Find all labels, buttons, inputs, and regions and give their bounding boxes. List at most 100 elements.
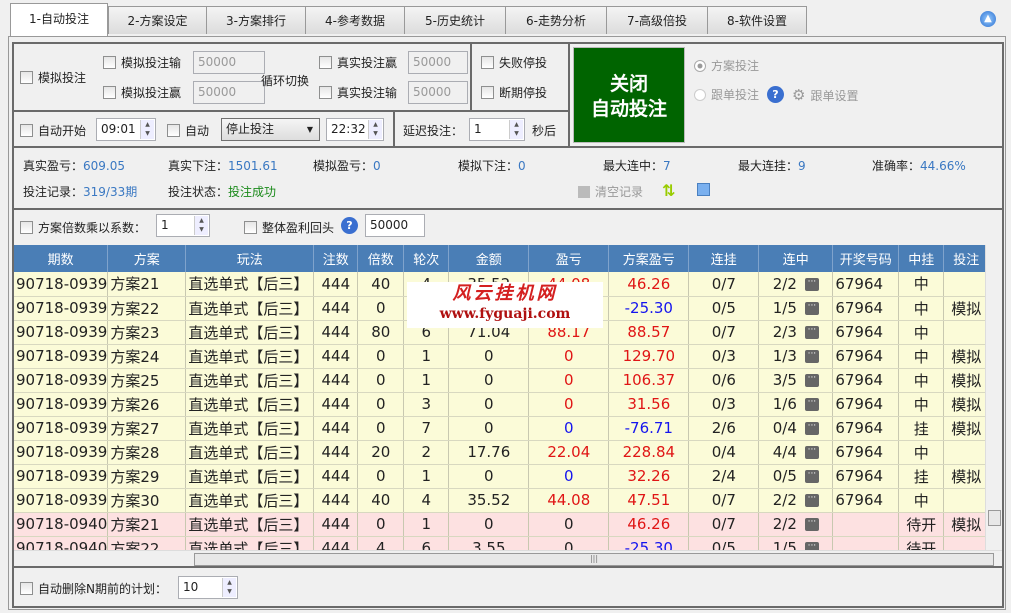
value: 09:01 [101, 122, 136, 136]
column-header[interactable]: 连挂 [688, 245, 760, 272]
column-header[interactable]: 投注 [943, 245, 990, 272]
sim-win-checkbox[interactable]: 模拟投注赢 [103, 84, 181, 101]
sim-lose-input[interactable]: 50000 [193, 51, 265, 74]
toggle-auto-bet-button[interactable]: 关闭 自动投注 [573, 47, 685, 143]
fail-stop-checkbox[interactable]: 失败停投 [481, 54, 547, 71]
more-icon[interactable]: ··· [804, 518, 819, 531]
column-header[interactable]: 开奖号码 [832, 245, 900, 272]
more-icon[interactable]: ··· [804, 326, 819, 339]
spinner[interactable]: ▲ ▼ [368, 120, 382, 139]
multiplier-input[interactable]: 1 ▲ ▼ [156, 214, 210, 237]
table-row[interactable]: 90718-0939 方案28 直选单式【后三】 444 20 2 17.76 22.04 22… [14, 440, 990, 465]
follow-settings-button[interactable]: ⚙ 跟单设置 [792, 86, 858, 104]
sim-win-input[interactable]: 50000 [193, 81, 265, 104]
cell: 0 [357, 392, 405, 417]
follow-bet-radio[interactable]: 跟单投注 [694, 86, 759, 103]
tab-4[interactable]: 4-参考数据 [305, 6, 405, 34]
tab-6[interactable]: 6-走势分析 [505, 6, 607, 34]
tab-7[interactable]: 7-高级倍投 [606, 6, 708, 34]
cell: 0/7 [688, 512, 760, 537]
table-row[interactable]: 90718-0939 方案24 直选单式【后三】 444 0 1 0 0 129.70 0/3 1/… [14, 344, 990, 369]
scroll-thumb[interactable] [988, 510, 1001, 526]
tab-3[interactable]: 3-方案排行 [206, 6, 306, 34]
table-row[interactable]: 90718-0940 方案21 直选单式【后三】 444 0 1 0 0 46.26 0/7 2/2… [14, 512, 990, 537]
cell-text: 444 [321, 371, 351, 389]
table-row[interactable]: 90718-0939 方案29 直选单式【后三】 444 0 1 0 0 32.26 2/4 0/5… [14, 464, 990, 489]
spinner[interactable]: ▲ ▼ [222, 578, 236, 597]
real-lose-checkbox[interactable]: 真实投注输 [319, 84, 397, 101]
column-header[interactable]: 方案 [107, 245, 187, 272]
column-header[interactable]: 注数 [313, 245, 359, 272]
vertical-scrollbar[interactable] [985, 245, 1002, 550]
tab-1[interactable]: 1-自动投注 [10, 3, 108, 36]
plan-bet-radio[interactable]: 方案投注 [694, 57, 759, 74]
cell: 0 [528, 368, 610, 393]
multiplier-checkbox[interactable]: 方案倍数乘以系数： [20, 219, 146, 236]
real-win-checkbox[interactable]: 真实投注赢 [319, 54, 397, 71]
cell-text: 直选单式【后三】 [188, 347, 309, 366]
auto-action-select[interactable]: 停止投注 ▼ [221, 118, 320, 141]
end-time-input[interactable]: 22:32 ▲ ▼ [326, 118, 384, 141]
cycle-label: 循环切换 [261, 74, 310, 88]
column-header[interactable]: 倍数 [357, 245, 405, 272]
auto-start-checkbox[interactable]: 自动开始 [20, 122, 86, 139]
more-icon[interactable]: ··· [804, 470, 819, 483]
sim-lose-checkbox[interactable]: 模拟投注输 [103, 54, 181, 71]
column-header[interactable]: 盈亏 [528, 245, 610, 272]
scroll-thumb[interactable]: ||| [194, 553, 994, 566]
cell-text: 90718-0939 [16, 323, 108, 341]
break-stop-checkbox[interactable]: 断期停投 [481, 84, 547, 101]
cell: 67964 [832, 272, 900, 297]
table-row[interactable]: 90718-0939 方案25 直选单式【后三】 444 0 1 0 0 106.37 0/6 3/… [14, 368, 990, 393]
auto-delete-checkbox[interactable]: 自动删除N期前的计划： [20, 580, 167, 597]
tab-2[interactable]: 2-方案设定 [108, 6, 207, 34]
sort-icon[interactable]: ⇅ [662, 181, 675, 200]
profit-reset-checkbox[interactable]: 整体盈利回头 [244, 219, 334, 236]
column-header[interactable]: 连中 [758, 245, 834, 272]
column-header[interactable]: 方案盈亏 [608, 245, 690, 272]
cell [832, 512, 900, 537]
delay-input[interactable]: 1 ▲ ▼ [469, 118, 525, 141]
auto-delete-input[interactable]: 10 ▲ ▼ [178, 576, 238, 599]
real-lose-input[interactable]: 50000 [408, 81, 468, 104]
more-icon[interactable]: ··· [804, 494, 819, 507]
column-header[interactable]: 期数 [14, 245, 109, 272]
window-icon[interactable] [697, 183, 710, 196]
table-row[interactable]: 90718-0939 方案26 直选单式【后三】 444 0 3 0 0 31.56 0/3 1/6… [14, 392, 990, 417]
help-icon[interactable]: ? [341, 217, 358, 234]
cell-text: 方案21 [110, 515, 160, 534]
cell-text: 2/4 [711, 467, 736, 485]
column-header[interactable]: 轮次 [403, 245, 450, 272]
scroll-top-icon[interactable]: ▲ [980, 11, 996, 27]
cell: 1/6 ··· [758, 392, 834, 417]
tab-8[interactable]: 8-软件设置 [707, 6, 807, 34]
more-icon[interactable]: ··· [804, 446, 819, 459]
more-icon[interactable]: ··· [804, 374, 819, 387]
more-icon[interactable]: ··· [804, 422, 819, 435]
start-time-input[interactable]: 09:01 ▲ ▼ [96, 118, 156, 141]
cell-text: 0 [376, 371, 386, 389]
cell-text: 67964 [835, 274, 884, 293]
profit-reset-input[interactable]: 50000 [365, 214, 425, 237]
more-icon[interactable]: ··· [804, 302, 819, 315]
tab-5[interactable]: 5-历史统计 [404, 6, 506, 34]
column-header[interactable]: 中挂 [898, 245, 945, 272]
label: 最大连中： [603, 159, 664, 173]
column-header[interactable]: 玩法 [185, 245, 315, 272]
auto-checkbox[interactable]: 自动 [167, 122, 209, 139]
real-win-input[interactable]: 50000 [408, 51, 468, 74]
column-header[interactable]: 金额 [448, 245, 530, 272]
table-row[interactable]: 90718-0939 方案27 直选单式【后三】 444 0 7 0 0 -76.71 2/6 0/… [14, 416, 990, 441]
more-icon[interactable]: ··· [804, 277, 819, 291]
spinner[interactable]: ▲ ▼ [140, 120, 154, 139]
horizontal-scrollbar[interactable]: ||| [14, 550, 1002, 567]
spinner[interactable]: ▲ ▼ [194, 216, 208, 235]
sim-bet-checkbox[interactable]: 模拟投注 [20, 69, 86, 86]
table-row[interactable]: 90718-0939 方案30 直选单式【后三】 444 40 4 35.52 44.08 47… [14, 488, 990, 513]
clear-records-button[interactable]: 清空记录 [578, 183, 643, 200]
more-icon[interactable]: ··· [804, 398, 819, 411]
spinner[interactable]: ▲ ▼ [509, 120, 523, 139]
more-icon[interactable]: ··· [804, 350, 819, 363]
help-icon[interactable]: ? [767, 86, 784, 103]
cell-text: 直选单式【后三】 [188, 467, 309, 486]
